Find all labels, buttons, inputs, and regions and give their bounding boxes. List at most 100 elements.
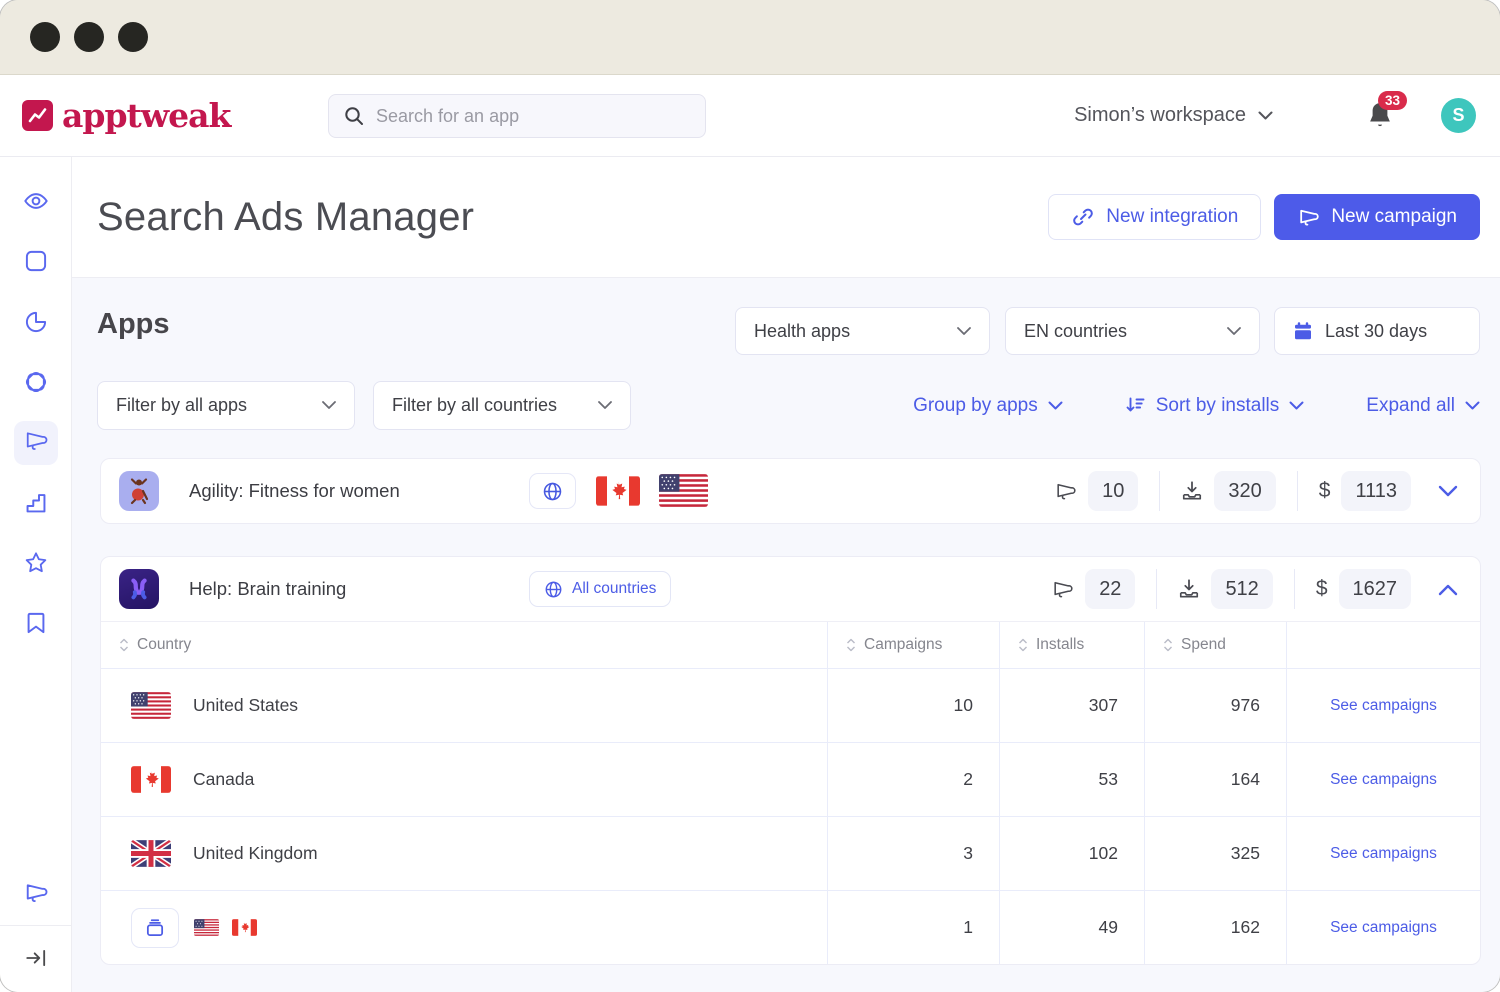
pie-chart-icon [23, 309, 49, 340]
see-campaigns-link[interactable]: See campaigns [1330, 845, 1437, 863]
sidebar-item-ads-active[interactable] [14, 421, 58, 465]
stack-icon [144, 917, 166, 939]
notifications-button[interactable]: 33 [1365, 100, 1395, 132]
sidebar-divider [0, 925, 72, 926]
installs-column-header[interactable]: Installs [999, 622, 1144, 668]
window-titlebar [0, 0, 1500, 75]
table-row: 1 49 162 See campaigns [101, 890, 1480, 964]
table-row: United Kingdom 3 102 325 See campaigns [101, 816, 1480, 890]
new-campaign-label: New campaign [1331, 206, 1457, 228]
installs-download-icon [1181, 480, 1203, 502]
sort-by-label: Sort by installs [1156, 395, 1280, 417]
group-by-dropdown[interactable]: Group by apps [913, 395, 1063, 417]
group-by-label: Group by apps [913, 395, 1038, 417]
app-category-dropdown[interactable]: Health apps [735, 307, 990, 355]
sidebar [0, 157, 72, 992]
globe-icon [544, 580, 563, 599]
star-icon [23, 550, 49, 581]
campaigns-count: 10 [1088, 471, 1138, 511]
campaigns-column-header[interactable]: Campaigns [827, 622, 999, 668]
app-card-agility: Agility: Fitness for women 10 320 $ [100, 458, 1481, 524]
sidebar-item-growth[interactable] [0, 490, 72, 521]
spend-value: 325 [1144, 817, 1286, 890]
countries-table: Country Campaigns Installs Spend [101, 621, 1480, 964]
sidebar-item-analytics[interactable] [0, 309, 72, 340]
spend-column-header[interactable]: Spend [1144, 622, 1286, 668]
logo-chart-icon [22, 100, 53, 131]
expand-all-button[interactable]: Expand all [1366, 395, 1480, 417]
square-icon [23, 248, 49, 279]
table-row: Canada 2 53 164 See campaigns [101, 742, 1480, 816]
eye-icon [23, 188, 49, 219]
country-name: United States [193, 695, 298, 716]
app-window: apptweak Simon’s workspace 33 S [0, 0, 1500, 992]
see-campaigns-link[interactable]: See campaigns [1330, 697, 1437, 715]
new-integration-button[interactable]: New integration [1048, 194, 1261, 240]
collapse-sidebar-button[interactable] [0, 946, 72, 975]
logo-wordmark: apptweak [62, 96, 230, 135]
new-integration-label: New integration [1106, 206, 1238, 228]
actions-column-header [1286, 622, 1480, 668]
spend-value: 162 [1144, 891, 1286, 964]
notification-badge: 33 [1378, 91, 1407, 110]
sort-by-dropdown[interactable]: Sort by installs [1125, 395, 1305, 417]
app-card-help: Help: Brain training All countries 22 51… [100, 556, 1481, 965]
collapse-row-button[interactable] [1438, 583, 1458, 596]
chevron-down-icon [957, 327, 971, 336]
apptweak-logo[interactable]: apptweak [22, 96, 230, 135]
see-campaigns-link[interactable]: See campaigns [1330, 771, 1437, 789]
see-campaigns-link[interactable]: See campaigns [1330, 919, 1437, 937]
filter-countries-value: Filter by all countries [392, 395, 557, 416]
sidebar-item-store[interactable] [0, 248, 72, 279]
workspace-selector[interactable]: Simon’s workspace [1074, 104, 1273, 127]
installs-value: 307 [999, 669, 1144, 742]
filter-apps-value: Filter by all apps [116, 395, 247, 416]
window-control-icon[interactable] [30, 22, 60, 52]
chevron-down-icon [322, 401, 336, 410]
avatar[interactable]: S [1441, 98, 1476, 133]
sidebar-item-reviews[interactable] [0, 550, 72, 581]
chevron-down-icon [1289, 401, 1304, 411]
column-label: Installs [1036, 636, 1084, 654]
window-control-icon[interactable] [118, 22, 148, 52]
table-row: United States 10 307 976 See campaigns [101, 668, 1480, 742]
all-countries-label: All countries [572, 580, 656, 598]
apps-section-title: Apps [97, 308, 170, 341]
expand-row-button[interactable] [1438, 485, 1458, 498]
country-column-header[interactable]: Country [101, 622, 827, 668]
sidebar-item-keywords[interactable] [0, 369, 72, 400]
campaigns-value: 1 [827, 891, 999, 964]
spend-amount: 1627 [1339, 569, 1412, 609]
installs-value: 49 [999, 891, 1144, 964]
sidebar-item-overview[interactable] [0, 188, 72, 219]
country-name: United Kingdom [193, 843, 318, 864]
dollar-sign: $ [1319, 479, 1331, 503]
chevron-down-icon [1048, 401, 1063, 411]
sidebar-item-saved[interactable] [0, 610, 72, 641]
spend-amount: 1113 [1341, 471, 1411, 511]
megaphone-icon [23, 428, 49, 459]
country-group-dropdown[interactable]: EN countries [1005, 307, 1260, 355]
installs-count: 512 [1211, 569, 1272, 609]
all-countries-chip[interactable]: All countries [529, 571, 671, 607]
filter-apps-dropdown[interactable]: Filter by all apps [97, 381, 355, 430]
campaigns-value: 3 [827, 817, 999, 890]
sort-icon [1163, 638, 1173, 652]
globe-chip-button[interactable] [529, 473, 576, 509]
column-label: Spend [1181, 636, 1226, 654]
column-label: Country [137, 636, 191, 654]
country-group-chip[interactable] [131, 908, 179, 948]
app-search[interactable] [328, 94, 706, 138]
top-navbar: apptweak Simon’s workspace 33 S [0, 75, 1500, 157]
search-input[interactable] [376, 106, 691, 127]
spend-value: 164 [1144, 743, 1286, 816]
window-control-icon[interactable] [74, 22, 104, 52]
filter-countries-dropdown[interactable]: Filter by all countries [373, 381, 631, 430]
campaigns-megaphone-icon [1054, 480, 1077, 503]
sidebar-item-campaigns[interactable] [0, 880, 72, 911]
page-title: Search Ads Manager [97, 195, 474, 240]
new-campaign-button[interactable]: New campaign [1274, 194, 1480, 240]
spend-value: 976 [1144, 669, 1286, 742]
date-range-dropdown[interactable]: Last 30 days [1274, 307, 1480, 355]
us-flag-icon [659, 474, 708, 507]
